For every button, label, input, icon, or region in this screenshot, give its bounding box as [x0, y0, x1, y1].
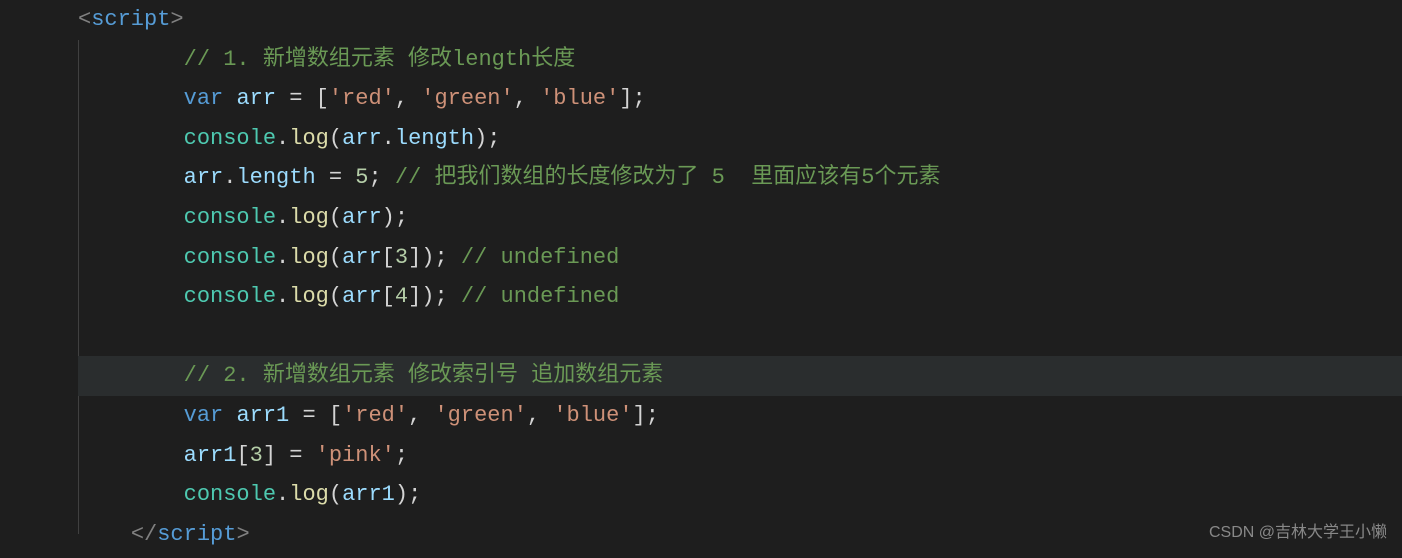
- watermark: CSDN @吉林大学王小懒: [1209, 519, 1387, 548]
- code-line: </script>: [78, 515, 1402, 555]
- code-line: <script>: [78, 0, 1402, 40]
- code-line: // 1. 新增数组元素 修改length长度: [78, 40, 1402, 80]
- code-line-highlighted: // 2. 新增数组元素 修改索引号 追加数组元素: [78, 356, 1402, 396]
- code-line: var arr = ['red', 'green', 'blue'];: [78, 79, 1402, 119]
- code-line: console.log(arr);: [78, 198, 1402, 238]
- code-line: var arr1 = ['red', 'green', 'blue'];: [78, 396, 1402, 436]
- code-line: console.log(arr[4]); // undefined: [78, 277, 1402, 317]
- code-line: arr1[3] = 'pink';: [78, 436, 1402, 476]
- code-editor[interactable]: <script> // 1. 新增数组元素 修改length长度 var arr…: [0, 0, 1402, 554]
- code-line-blank: [78, 317, 1402, 357]
- code-line: console.log(arr.length);: [78, 119, 1402, 159]
- code-line: arr.length = 5; // 把我们数组的长度修改为了 5 里面应该有5…: [78, 158, 1402, 198]
- code-line: console.log(arr[3]); // undefined: [78, 238, 1402, 278]
- code-line: console.log(arr1);: [78, 475, 1402, 515]
